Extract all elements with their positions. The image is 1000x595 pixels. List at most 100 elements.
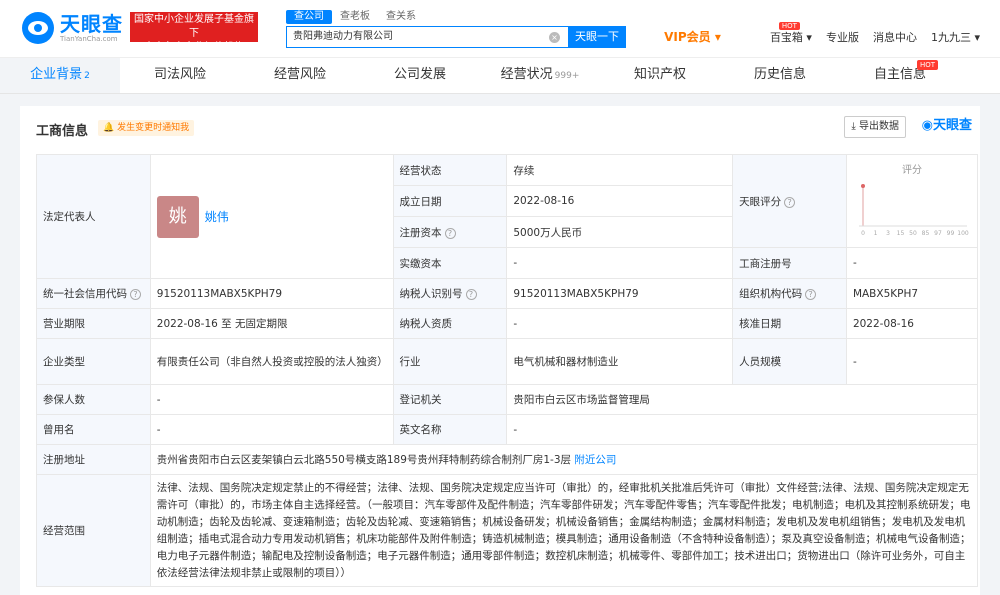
business-info-table: 法定代表人 姚姚伟 经营状态 存续 天眼评分? 评分 0 1 3 15 50 85 97 99… xyxy=(36,154,979,587)
reg-no-label: 工商注册号 xyxy=(732,247,847,279)
help-icon[interactable]: ? xyxy=(465,289,477,300)
founded-value: 2022-08-16 xyxy=(506,185,734,217)
founded-label: 成立日期 xyxy=(392,185,508,217)
scope-value: 法律、法规、国务院决定规定禁止的不得经营；法律、法规、国务院决定规定应当许可（审… xyxy=(149,474,979,587)
insured-value: - xyxy=(149,384,394,415)
status-value: 存续 xyxy=(506,154,734,186)
capital-value: 5000万人民币 xyxy=(506,216,734,248)
nearby-companies-link[interactable]: 附近公司 xyxy=(574,454,616,466)
export-data-button[interactable]: ⤓ 导出数据 xyxy=(844,116,906,138)
export-label: 导出数据 xyxy=(859,121,899,132)
tab-background[interactable]: 企业背景 2 xyxy=(0,58,120,93)
tab-count: 999+ xyxy=(554,71,580,81)
tab-label: 知识产权 xyxy=(633,67,686,82)
help-icon[interactable]: ? xyxy=(805,289,817,300)
legal-rep-cell: 姚姚伟 xyxy=(149,154,394,279)
tab-label: 公司发展 xyxy=(393,67,446,82)
bell-icon: 🔔 xyxy=(103,123,115,133)
help-icon[interactable]: ? xyxy=(784,196,796,208)
tab-history[interactable]: 历史信息 xyxy=(720,58,840,93)
score-tick-label: 100 xyxy=(957,230,969,237)
industry-label: 行业 xyxy=(392,338,508,385)
tab-label: 经营状况 xyxy=(500,67,553,82)
en-label: 英文名称 xyxy=(392,414,508,445)
tab-self-info[interactable]: 自主信息 HOT xyxy=(840,58,960,93)
user-name: 1九九三 xyxy=(930,30,971,44)
credit-label-cell: 统一社会信用代码? xyxy=(36,278,151,309)
type-value: 有限责任公司（非自然人投资或控股的法人独资） xyxy=(149,338,394,385)
insured-label: 参保人数 xyxy=(36,384,151,415)
tab-judicial-risk[interactable]: 司法风险 xyxy=(120,58,240,93)
pro-link[interactable]: 专业版 xyxy=(826,29,859,45)
former-label: 曾用名 xyxy=(36,414,151,445)
section-title: 工商信息 xyxy=(36,124,89,139)
brand-text: 天眼查 xyxy=(932,118,972,133)
staff-label: 人员规模 xyxy=(732,338,847,385)
tab-development[interactable]: 公司发展 xyxy=(360,58,480,93)
message-center-link[interactable]: 消息中心 xyxy=(873,29,917,45)
former-value: - xyxy=(149,414,394,445)
tab-label: 经营风险 xyxy=(273,67,326,82)
score-tick-label: 85 xyxy=(922,230,930,237)
capital-label: 注册资本 xyxy=(399,226,442,239)
help-icon[interactable]: ? xyxy=(444,227,456,239)
address-label: 注册地址 xyxy=(36,444,151,475)
search-button[interactable]: 天眼一下 xyxy=(568,26,626,48)
score-marker xyxy=(860,184,865,188)
user-menu[interactable]: 1九九三 ▾ xyxy=(931,29,980,45)
tab-operation-status[interactable]: 经营状况 999+ xyxy=(480,58,600,93)
avatar: 姚 xyxy=(156,195,199,238)
address-value: 贵州省贵阳市白云区麦架镇白云北路550号横支路189号贵州拜特制药综合制剂厂房1… xyxy=(156,454,572,466)
notify-change-button[interactable]: 🔔 发生变更时通知我 xyxy=(98,120,195,136)
tab-ip[interactable]: 知识产权 xyxy=(600,58,720,93)
term-label: 营业期限 xyxy=(36,308,151,339)
score-tick-label: 3 xyxy=(886,230,890,237)
tab-operation-risk[interactable]: 经营风险 xyxy=(240,58,360,93)
legal-rep-label: 法定代表人 xyxy=(36,154,151,279)
top-header: 天眼查 TianYanCha.com 国家中小企业发展子基金旗下 官方备案企业征… xyxy=(0,0,1000,58)
scope-label: 经营范围 xyxy=(36,474,151,587)
score-title: 评分 xyxy=(901,165,922,176)
download-icon: ⤓ xyxy=(851,121,856,132)
vip-label: VIP会员 xyxy=(664,30,711,44)
approve-value: 2022-08-16 xyxy=(845,308,979,339)
baibaoxiang-link[interactable]: HOT百宝箱 ▾ xyxy=(735,21,812,45)
banner-line1: 国家中小企业发展子基金旗下 xyxy=(134,14,254,39)
vip-link[interactable]: VIP会员 ▾ xyxy=(664,28,721,45)
search-tab-company[interactable]: 查公司 xyxy=(286,10,332,24)
score-tick-label: 15 xyxy=(897,230,905,237)
search-input[interactable]: 贵阳弗迪动力有限公司 × xyxy=(286,26,568,48)
clear-icon[interactable]: × xyxy=(549,32,560,43)
paid-label: 实缴资本 xyxy=(392,247,508,279)
logo-domain: TianYanCha.com xyxy=(60,34,118,43)
tab-label: 司法风险 xyxy=(153,67,206,82)
tab-label: 企业背景 xyxy=(30,67,83,82)
score-label-cell: 天眼评分? xyxy=(732,154,847,248)
score-cell: 评分 0 1 3 15 50 85 97 99 100 xyxy=(845,154,979,248)
reg-no-value: - xyxy=(845,247,979,279)
search-tab-relation[interactable]: 查关系 xyxy=(378,10,424,24)
search-tab-boss[interactable]: 查老板 xyxy=(332,10,378,24)
legal-rep-link[interactable]: 姚伟 xyxy=(205,210,229,224)
term-value: 2022-08-16 至 无固定期限 xyxy=(149,308,394,339)
score-gauge: 0 1 3 15 50 85 97 99 100 xyxy=(858,184,969,237)
brand-watermark: ◉天眼查 xyxy=(922,116,972,136)
industry-value: 电气机械和器材制造业 xyxy=(506,338,734,385)
eye-logo-icon xyxy=(22,12,54,44)
official-banner: 国家中小企业发展子基金旗下 官方备案企业征信机构 xyxy=(130,12,258,53)
org-label-cell: 组织机构代码? xyxy=(732,278,847,309)
taxq-label: 纳税人资质 xyxy=(392,308,508,339)
approve-label: 核准日期 xyxy=(732,308,847,339)
status-label: 经营状态 xyxy=(392,154,508,186)
taxid-label: 纳税人识别号 xyxy=(399,288,463,300)
header-nav: VIP会员 ▾ HOT百宝箱 ▾ 专业版 消息中心 1九九三 ▾ xyxy=(650,21,980,45)
help-icon[interactable]: ? xyxy=(130,289,141,300)
score-label: 天眼评分 xyxy=(739,195,782,208)
authority-label: 登记机关 xyxy=(392,384,508,415)
hot-badge: HOT xyxy=(778,21,800,30)
logo[interactable]: 天眼查 TianYanCha.com xyxy=(22,12,123,44)
staff-value: - xyxy=(845,338,979,385)
tab-count: 2 xyxy=(84,71,90,81)
paid-value: - xyxy=(506,247,734,279)
org-value: MABX5KPH7 xyxy=(845,278,979,309)
